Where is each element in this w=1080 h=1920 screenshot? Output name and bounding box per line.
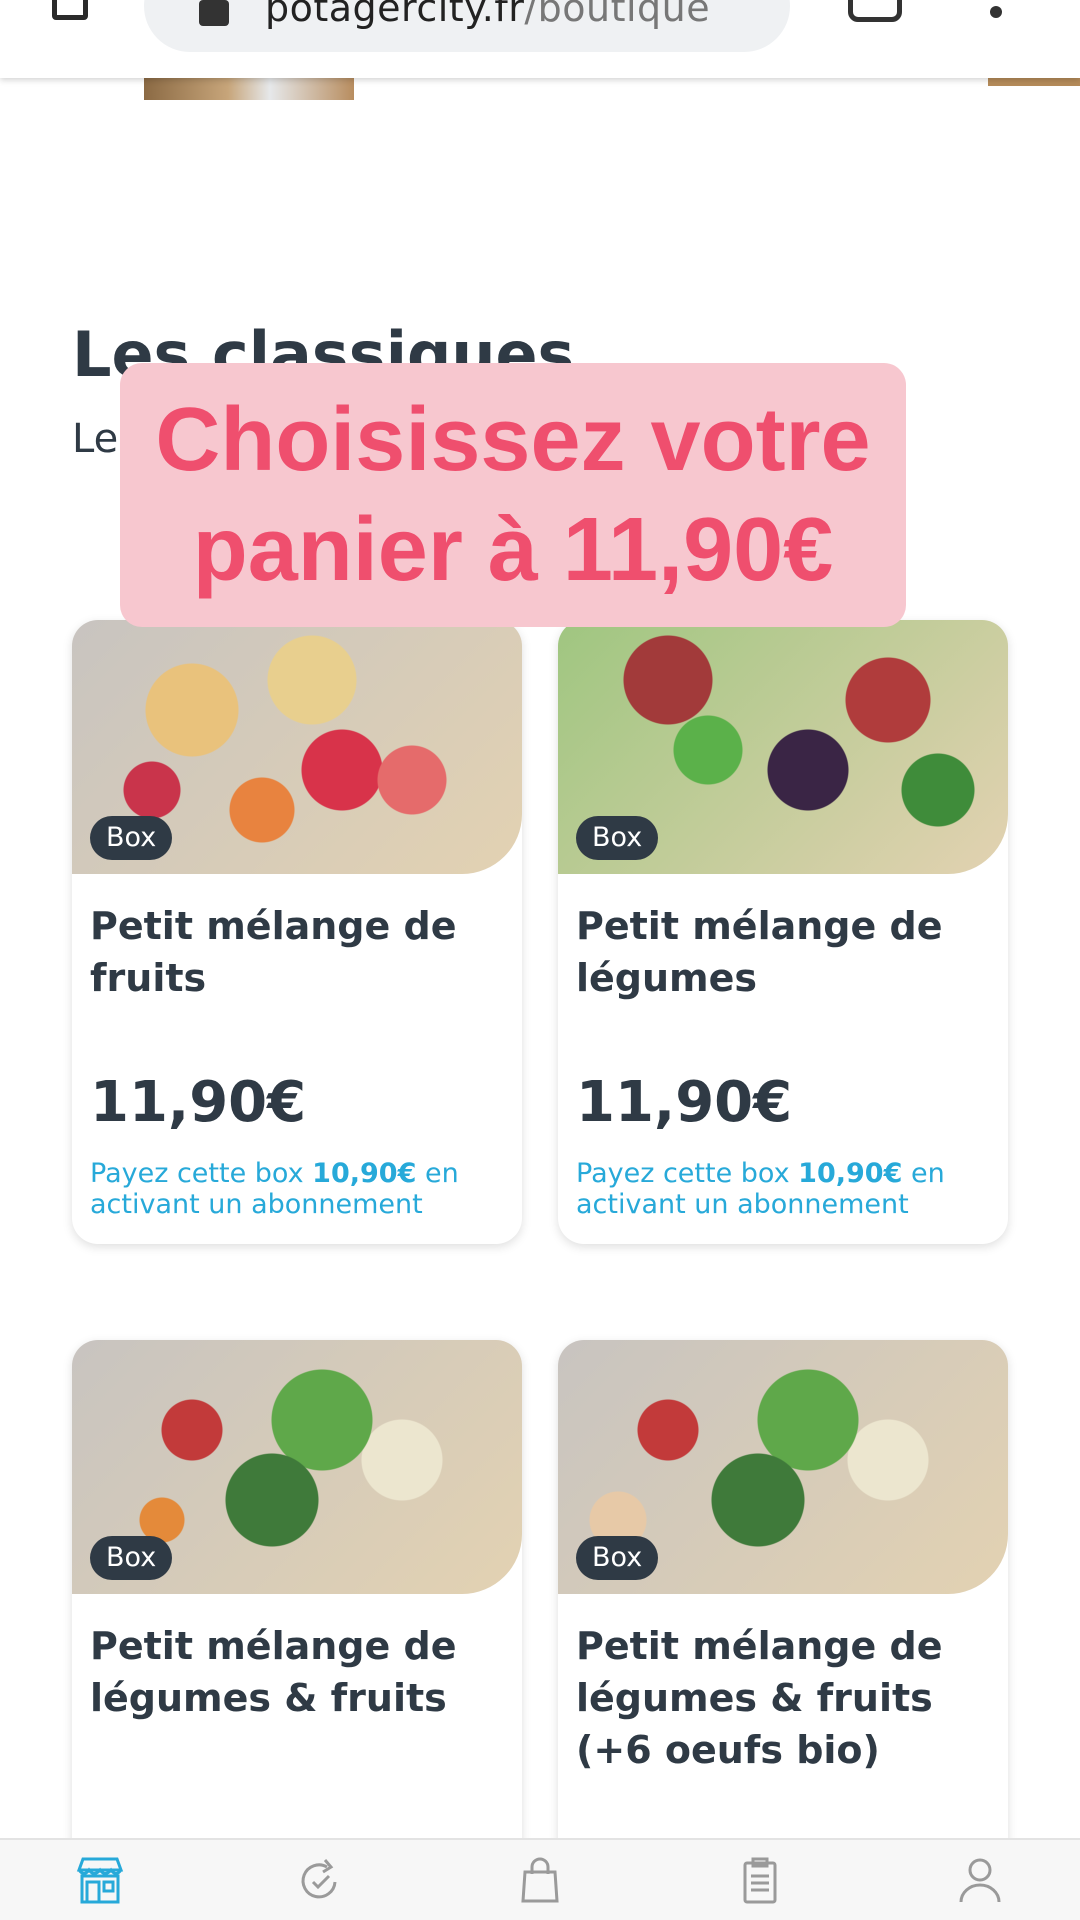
lock-icon[interactable] <box>199 0 229 26</box>
box-badge: Box <box>90 816 173 860</box>
product-image[interactable]: Box <box>558 1340 1008 1594</box>
box-badge: Box <box>576 816 659 860</box>
hero-image-fragment <box>144 78 354 100</box>
tabs-icon[interactable] <box>848 0 902 22</box>
subscription-promo: Payez cette box 10,90€ en activant un ab… <box>576 1158 996 1220</box>
product-card-fruits[interactable]: Box Petit mélange de fruits 11,90€ Payez… <box>72 620 522 1244</box>
tab-icon[interactable] <box>52 0 88 20</box>
address-bar[interactable]: potagercity.fr/boutique <box>144 0 790 52</box>
promo-text: Payez cette box <box>576 1158 799 1189</box>
nav-shop[interactable] <box>72 1852 128 1908</box>
url-text: potagercity.fr/boutique <box>265 0 710 30</box>
promo-text: Payez cette box <box>90 1158 313 1189</box>
hero-image-fragment <box>988 78 1080 86</box>
subscription-promo: Payez cette box 10,90€ en activant un ab… <box>90 1158 510 1220</box>
account-user-icon[interactable] <box>955 1856 1005 1904</box>
nav-account[interactable] <box>952 1852 1008 1908</box>
banner-line-2: panier à 11,90€ <box>192 500 834 600</box>
url-host: potagercity.fr <box>265 0 525 30</box>
url-path: /boutique <box>524 0 711 30</box>
browser-toolbar: potagercity.fr/boutique <box>0 0 1080 78</box>
nav-subscription[interactable] <box>292 1852 348 1908</box>
nav-orders[interactable] <box>732 1852 788 1908</box>
product-price: 11,90€ <box>90 1070 307 1135</box>
promo-amount: 10,90€ <box>798 1158 903 1189</box>
product-title[interactable]: Petit mélange de fruits <box>90 900 500 1004</box>
subscription-refresh-icon[interactable] <box>295 1856 345 1904</box>
menu-icon[interactable] <box>990 6 1002 18</box>
product-image[interactable]: Box <box>558 620 1008 874</box>
box-badge: Box <box>90 1536 173 1580</box>
product-title[interactable]: Petit mélange de légumes & fruits (+6 oe… <box>576 1620 986 1776</box>
shop-icon[interactable] <box>75 1856 125 1904</box>
bag-icon[interactable] <box>515 1856 565 1904</box>
product-image[interactable]: Box <box>72 1340 522 1594</box>
product-title[interactable]: Petit mélange de légumes & fruits <box>90 1620 500 1724</box>
product-price: 11,90€ <box>576 1070 793 1135</box>
promo-amount: 10,90€ <box>312 1158 417 1189</box>
nav-cart[interactable] <box>512 1852 568 1908</box>
promo-overlay-banner: Choisissez votre panier à 11,90€ <box>120 363 906 627</box>
product-card-veg-fruits[interactable]: Box Petit mélange de légumes & fruits <box>72 1340 522 1900</box>
product-card-veg-fruits-eggs[interactable]: Box Petit mélange de légumes & fruits (+… <box>558 1340 1008 1900</box>
orders-clipboard-icon[interactable] <box>735 1856 785 1904</box>
bottom-navigation <box>0 1838 1080 1920</box>
product-image[interactable]: Box <box>72 620 522 874</box>
product-title[interactable]: Petit mélange de légumes <box>576 900 986 1004</box>
banner-line-1: Choisissez votre <box>155 390 871 490</box>
box-badge: Box <box>576 1536 659 1580</box>
product-card-vegetables[interactable]: Box Petit mélange de légumes 11,90€ Paye… <box>558 620 1008 1244</box>
